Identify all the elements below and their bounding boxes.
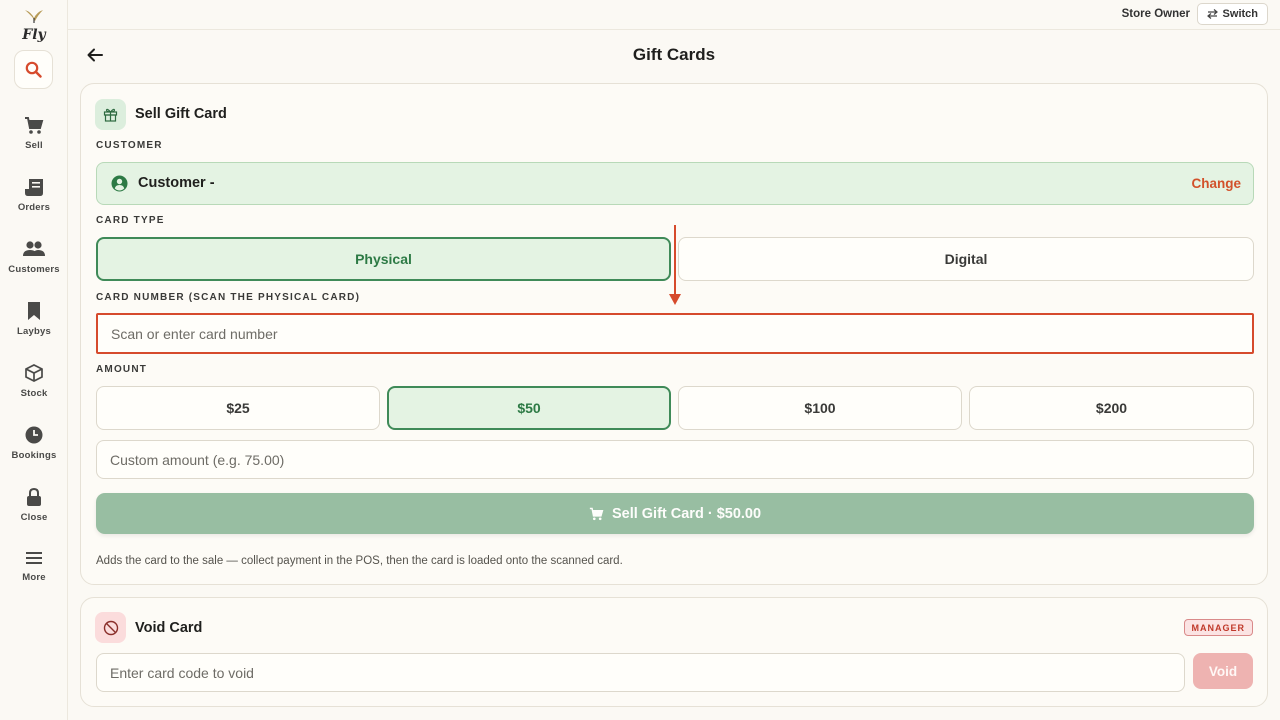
sell-gift-card-button[interactable]: Sell Gift Card · $50.00 [96,493,1254,534]
sidebar-item-sell[interactable]: Sell [0,116,68,166]
void-card-panel: Void Card MANAGER Enter card code to voi… [80,597,1268,707]
sell-gift-card-panel: Sell Gift Card CUSTOMER Customer - Chang… [80,83,1268,585]
card-type-digital[interactable]: Digital [678,237,1254,281]
custom-amount-input[interactable]: Custom amount (e.g. 75.00) [96,440,1254,479]
card-type-physical[interactable]: Physical [96,237,671,281]
sidebar-item-customers[interactable]: Customers [0,240,68,290]
gift-icon [95,99,126,130]
sidebar-item-bookings[interactable]: Bookings [0,425,68,475]
logo-text: Fly [22,27,46,43]
sidebar-item-label: Customers [8,264,60,275]
app-logo[interactable]: Fly [18,8,50,43]
cart-icon [25,117,44,134]
change-customer-link[interactable]: Change [1191,176,1241,191]
bird-logo-icon [25,10,43,23]
clock-icon [25,426,43,444]
card-type-section-label: CARD TYPE [96,215,165,226]
sidebar-item-label: Bookings [11,450,57,461]
sell-card-title: Sell Gift Card [135,106,227,122]
sidebar-item-more[interactable]: More [0,549,68,599]
annotation-arrow [674,225,676,295]
customer-name: Customer - [138,175,215,191]
user-role: Store Owner [1121,8,1190,20]
menu-icon [26,552,42,564]
sell-help-text: Adds the card to the sale — collect paym… [96,555,623,567]
amount-section-label: AMOUNT [96,364,148,375]
sidebar-item-label: Laybys [17,326,51,337]
page-title: Gift Cards [632,45,716,64]
customer-section-label: CUSTOMER [96,140,163,151]
switch-user-button[interactable]: Switch [1196,3,1268,25]
amount-option-200[interactable]: $200 [969,386,1254,430]
annotation-arrow-head [669,294,681,305]
card-number-input[interactable]: Scan or enter card number [96,313,1254,354]
void-card-title: Void Card [135,620,203,636]
amount-option-100[interactable]: $100 [678,386,962,430]
customers-icon [23,241,45,256]
sell-button-label: Sell Gift Card · $50.00 [611,505,762,522]
lock-icon [27,487,41,506]
user-circle-icon [111,175,128,192]
orders-icon [25,179,43,196]
void-card-code-input[interactable]: Enter card code to void [96,653,1185,692]
top-bar: Store Owner Switch [68,0,1280,30]
sidebar-item-stock[interactable]: Stock [0,363,68,413]
search-button[interactable] [14,50,53,89]
sidebar-item-label: Sell [25,140,43,151]
sidebar: Fly Sell Orders Customers Laybys Stock B… [0,0,68,720]
amount-option-25[interactable]: $25 [96,386,380,430]
sidebar-item-close[interactable]: Close [0,487,68,537]
cart-icon [589,507,604,520]
bookmark-icon [28,302,40,320]
void-button[interactable]: Void [1193,653,1253,689]
manager-badge: MANAGER [1183,619,1253,636]
switch-label: Switch [1222,8,1258,20]
sidebar-item-orders[interactable]: Orders [0,178,68,228]
swap-icon [1206,9,1218,19]
box-icon [25,364,43,382]
page-header: Gift Cards [68,30,1280,81]
card-number-section-label: CARD NUMBER (SCAN THE PHYSICAL CARD) [96,292,361,303]
search-icon [25,61,42,78]
sidebar-item-laybys[interactable]: Laybys [0,301,68,351]
sidebar-item-label: More [22,572,46,583]
amount-option-50[interactable]: $50 [387,386,671,430]
sidebar-item-label: Orders [17,202,51,213]
sidebar-item-label: Close [20,512,48,523]
customer-selector[interactable]: Customer - Change [96,162,1254,205]
sidebar-item-label: Stock [20,388,48,399]
ban-icon [95,612,126,643]
